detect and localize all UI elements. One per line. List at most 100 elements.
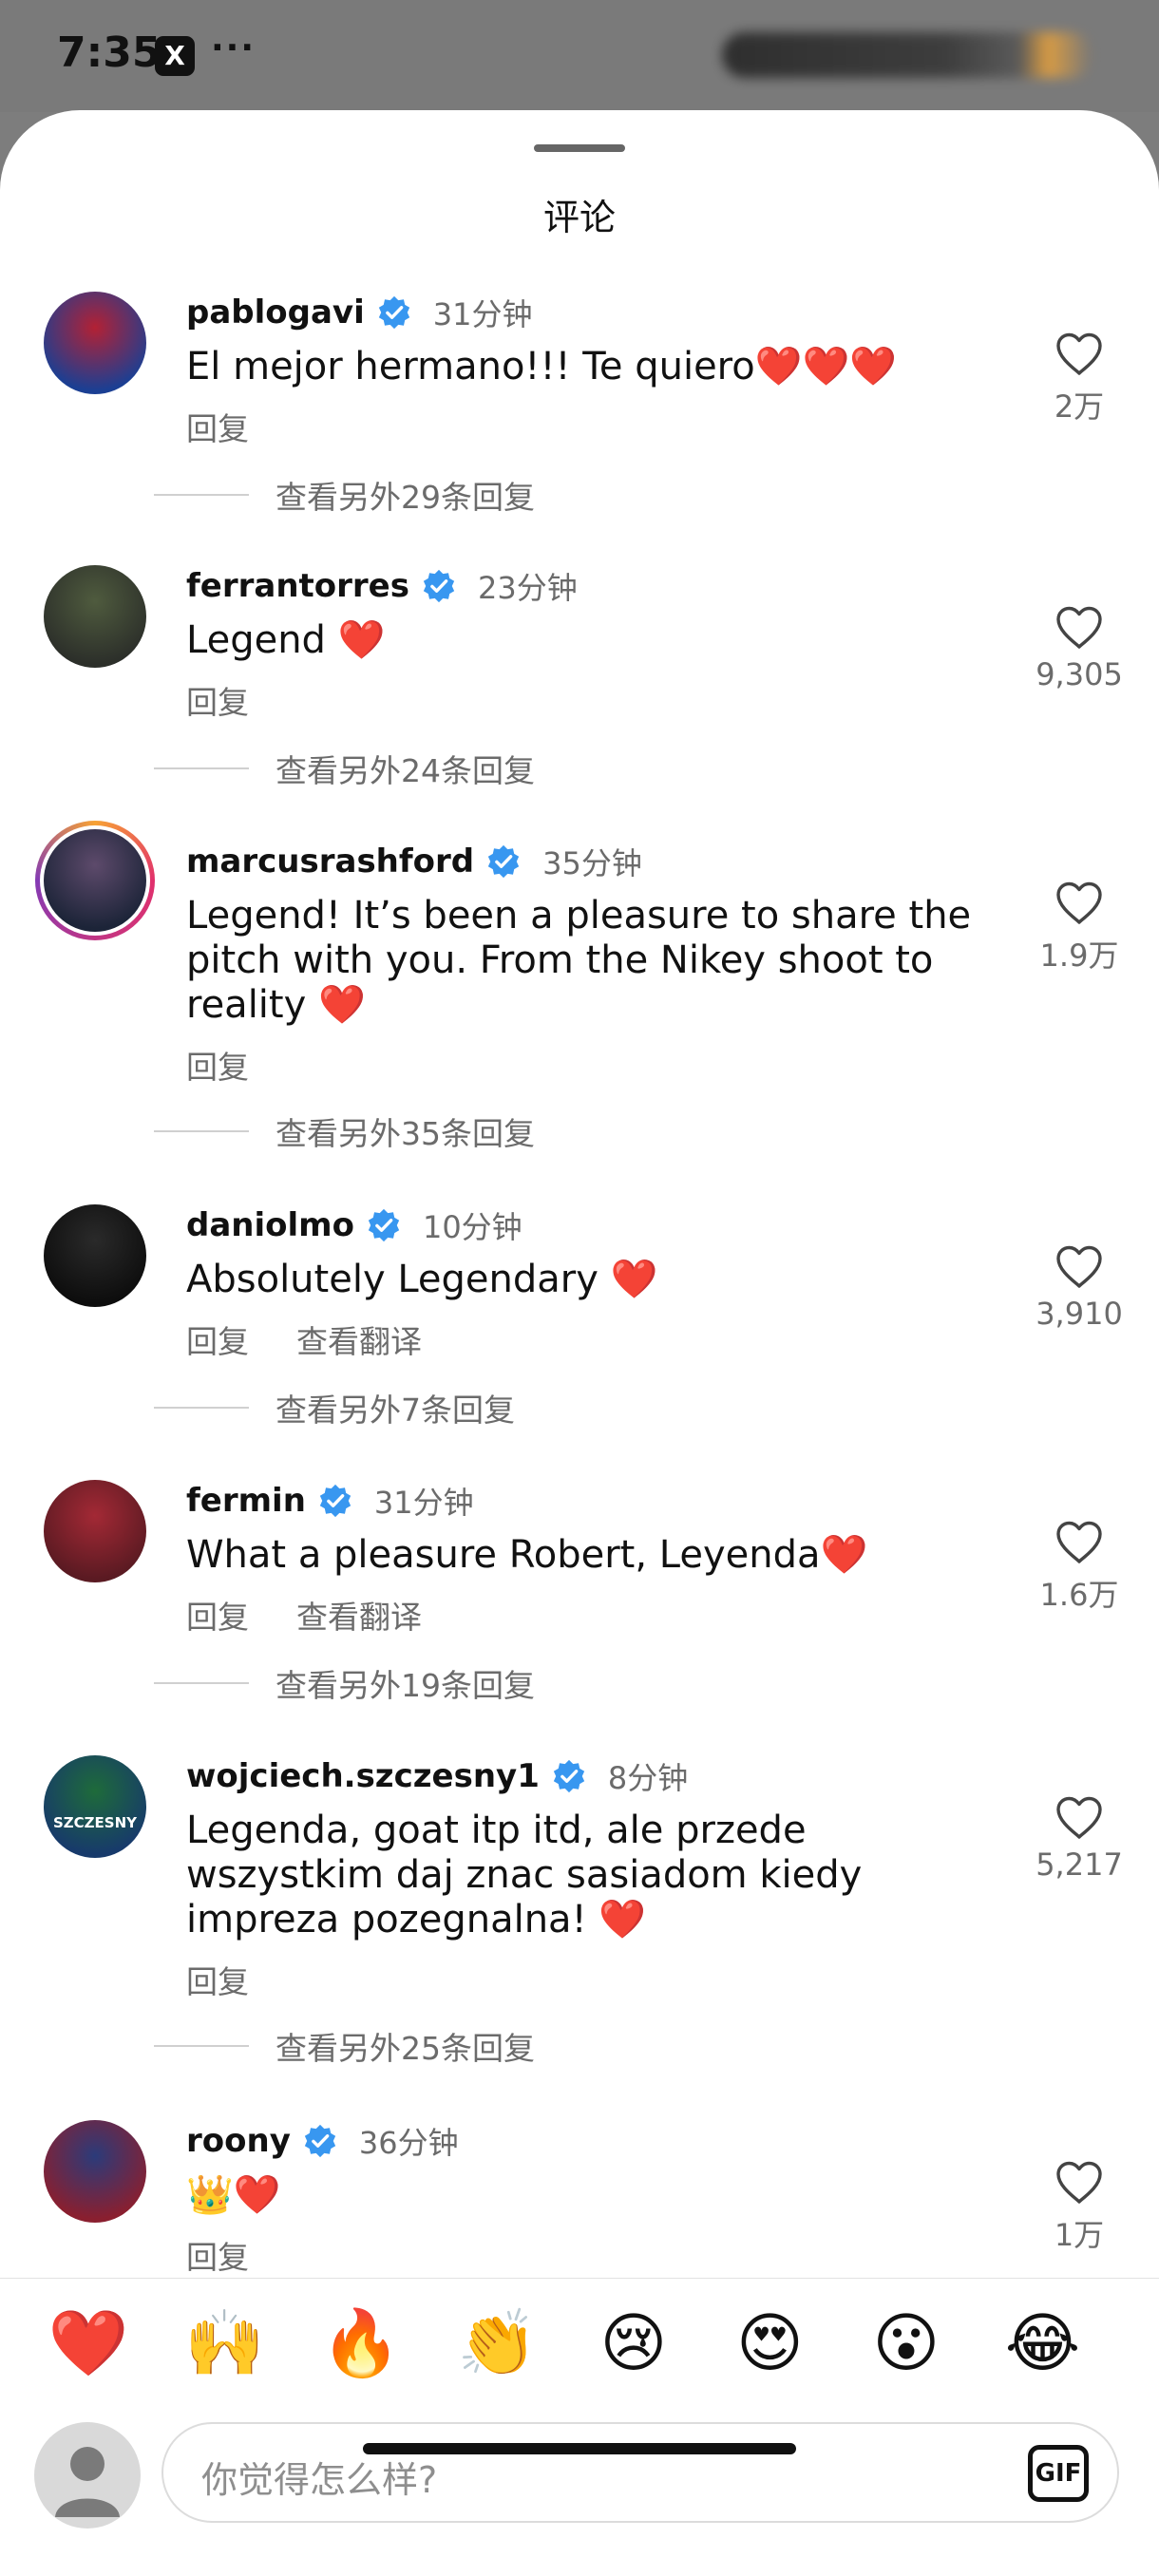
fire-emoji[interactable]: 🔥 bbox=[318, 2301, 404, 2387]
comment-meta: roony 36分钟 bbox=[186, 2120, 459, 2162]
comment-composer: 你觉得怎么样? GIF bbox=[0, 2403, 1159, 2555]
comment-input-placeholder: 你觉得怎么样? bbox=[201, 2459, 438, 2501]
sheet-grabber[interactable] bbox=[534, 144, 625, 152]
avatar[interactable] bbox=[44, 2120, 146, 2223]
redacted-status-icons bbox=[722, 32, 1092, 78]
gif-icon[interactable]: GIF bbox=[1028, 2445, 1089, 2502]
verified-badge-icon bbox=[368, 1208, 400, 1242]
replies-divider bbox=[154, 1682, 249, 1684]
replies-divider bbox=[154, 494, 249, 496]
view-more-replies[interactable]: 查看另外25条回复 bbox=[154, 2023, 535, 2069]
heart-outline-icon[interactable] bbox=[1054, 881, 1104, 926]
reply-button[interactable]: 回复 bbox=[186, 1592, 249, 1638]
heart-eyes-emoji[interactable]: 😍 bbox=[728, 2301, 813, 2387]
comment-timestamp: 23分钟 bbox=[477, 570, 578, 606]
comment-username[interactable]: roony bbox=[186, 2122, 291, 2160]
view-more-replies-label: 查看另外25条回复 bbox=[276, 2030, 535, 2067]
like-count: 1.6万 bbox=[1039, 1577, 1119, 1613]
like-control: 1万 bbox=[1020, 2160, 1138, 2255]
replies-divider bbox=[154, 1407, 249, 1409]
avatar-caption: SZCZESNY bbox=[52, 1814, 138, 1831]
view-more-replies[interactable]: 查看另外19条回复 bbox=[154, 1660, 535, 1706]
avatar[interactable]: SZCZESNY bbox=[44, 1755, 146, 1858]
reply-button[interactable]: 回复 bbox=[186, 2232, 249, 2278]
view-more-replies[interactable]: 查看另外7条回复 bbox=[154, 1385, 515, 1430]
view-more-replies-label: 查看另外35条回复 bbox=[276, 1115, 535, 1152]
comment-meta: daniolmo 10分钟 bbox=[186, 1204, 522, 1246]
like-control: 2万 bbox=[1020, 331, 1138, 426]
red-heart-emoji[interactable]: ❤️ bbox=[46, 2301, 131, 2387]
comment-timestamp: 31分钟 bbox=[373, 1485, 474, 1521]
tears-of-joy-emoji[interactable]: 😂 bbox=[1000, 2301, 1086, 2387]
heart-outline-icon[interactable] bbox=[1054, 1795, 1104, 1841]
comment-username[interactable]: ferrantorres bbox=[186, 567, 409, 605]
default-avatar-icon[interactable] bbox=[34, 2422, 141, 2529]
replies-divider bbox=[154, 1130, 249, 1132]
heart-outline-icon[interactable] bbox=[1054, 2160, 1104, 2206]
comment-username[interactable]: wojciech.szczesny1 bbox=[186, 1757, 540, 1795]
comment-input[interactable]: 你觉得怎么样? GIF bbox=[162, 2422, 1119, 2523]
view-more-replies-label: 查看另外29条回复 bbox=[276, 479, 535, 516]
like-count: 9,305 bbox=[1036, 656, 1123, 692]
comment-meta: ferrantorres 23分钟 bbox=[186, 565, 578, 607]
comment-username[interactable]: pablogavi bbox=[186, 294, 365, 331]
heart-outline-icon[interactable] bbox=[1054, 331, 1104, 377]
avatar[interactable] bbox=[44, 565, 146, 668]
reply-button[interactable]: 回复 bbox=[186, 1316, 249, 1362]
avatar[interactable] bbox=[44, 1480, 146, 1582]
like-count: 5,217 bbox=[1036, 1847, 1123, 1883]
verified-badge-icon bbox=[423, 569, 455, 603]
comment-timestamp: 31分钟 bbox=[432, 296, 533, 332]
avatar-photo bbox=[44, 829, 146, 932]
comment-meta: fermin 31分钟 bbox=[186, 1480, 474, 1522]
see-translation-button[interactable]: 查看翻译 bbox=[296, 1592, 422, 1638]
status-more-icon: ··· bbox=[211, 28, 256, 67]
comment-actions: 回复 bbox=[186, 404, 249, 449]
like-control: 3,910 bbox=[1020, 1244, 1138, 1332]
like-control: 5,217 bbox=[1020, 1795, 1138, 1883]
like-count: 2万 bbox=[1054, 388, 1105, 425]
crying-face-emoji[interactable]: 😢 bbox=[591, 2301, 676, 2387]
see-translation-button[interactable]: 查看翻译 bbox=[296, 1316, 422, 1362]
surprised-face-emoji[interactable]: 😮 bbox=[864, 2301, 949, 2387]
comment-username[interactable]: marcusrashford bbox=[186, 843, 474, 881]
comment-username[interactable]: daniolmo bbox=[186, 1206, 354, 1244]
status-time: 7:35 bbox=[57, 28, 162, 77]
comment-meta: wojciech.szczesny1 8分钟 bbox=[186, 1755, 688, 1797]
verified-badge-icon bbox=[553, 1759, 585, 1793]
like-control: 9,305 bbox=[1020, 605, 1138, 692]
heart-outline-icon[interactable] bbox=[1054, 1244, 1104, 1290]
view-more-replies[interactable]: 查看另外35条回复 bbox=[154, 1108, 535, 1154]
heart-outline-icon[interactable] bbox=[1054, 1520, 1104, 1565]
like-count: 1.9万 bbox=[1039, 938, 1119, 974]
comment-timestamp: 10分钟 bbox=[422, 1209, 522, 1245]
view-more-replies-label: 查看另外19条回复 bbox=[276, 1667, 535, 1704]
reply-button[interactable]: 回复 bbox=[186, 1957, 249, 2002]
comment-meta: pablogavi 31分钟 bbox=[186, 292, 532, 333]
replies-divider bbox=[154, 2045, 249, 2047]
reply-button[interactable]: 回复 bbox=[186, 404, 249, 449]
comment-actions: 回复 bbox=[186, 1957, 249, 2002]
reply-button[interactable]: 回复 bbox=[186, 677, 249, 723]
comment-username[interactable]: fermin bbox=[186, 1482, 306, 1520]
avatar[interactable] bbox=[44, 292, 146, 394]
verified-badge-icon bbox=[304, 2124, 336, 2158]
heart-outline-icon[interactable] bbox=[1054, 605, 1104, 651]
comments-sheet: 评论 pablogavi 31分钟 El mejor hermano!!! Te q… bbox=[0, 110, 1159, 2576]
view-more-replies-label: 查看另外7条回复 bbox=[276, 1392, 515, 1429]
avatar[interactable] bbox=[44, 1204, 146, 1307]
verified-badge-icon bbox=[319, 1484, 352, 1518]
avatar[interactable] bbox=[35, 821, 155, 940]
view-more-replies[interactable]: 查看另外24条回复 bbox=[154, 746, 535, 791]
comment-actions: 回复 bbox=[186, 677, 249, 723]
raising-hands-emoji[interactable]: 🙌 bbox=[182, 2301, 268, 2387]
x-app-icon: X bbox=[155, 36, 195, 76]
replies-divider bbox=[154, 767, 249, 769]
clapping-hands-emoji[interactable]: 👏 bbox=[455, 2301, 541, 2387]
like-count: 1万 bbox=[1054, 2217, 1105, 2253]
comment-actions: 回复 查看翻译 bbox=[186, 1316, 422, 1362]
comment-text: El mejor hermano!!! Te quiero❤️❤️❤️ bbox=[186, 345, 898, 388]
comment-text: What a pleasure Robert, Leyenda❤️ bbox=[186, 1533, 868, 1577]
reply-button[interactable]: 回复 bbox=[186, 1042, 249, 1088]
view-more-replies[interactable]: 查看另外29条回复 bbox=[154, 472, 535, 518]
